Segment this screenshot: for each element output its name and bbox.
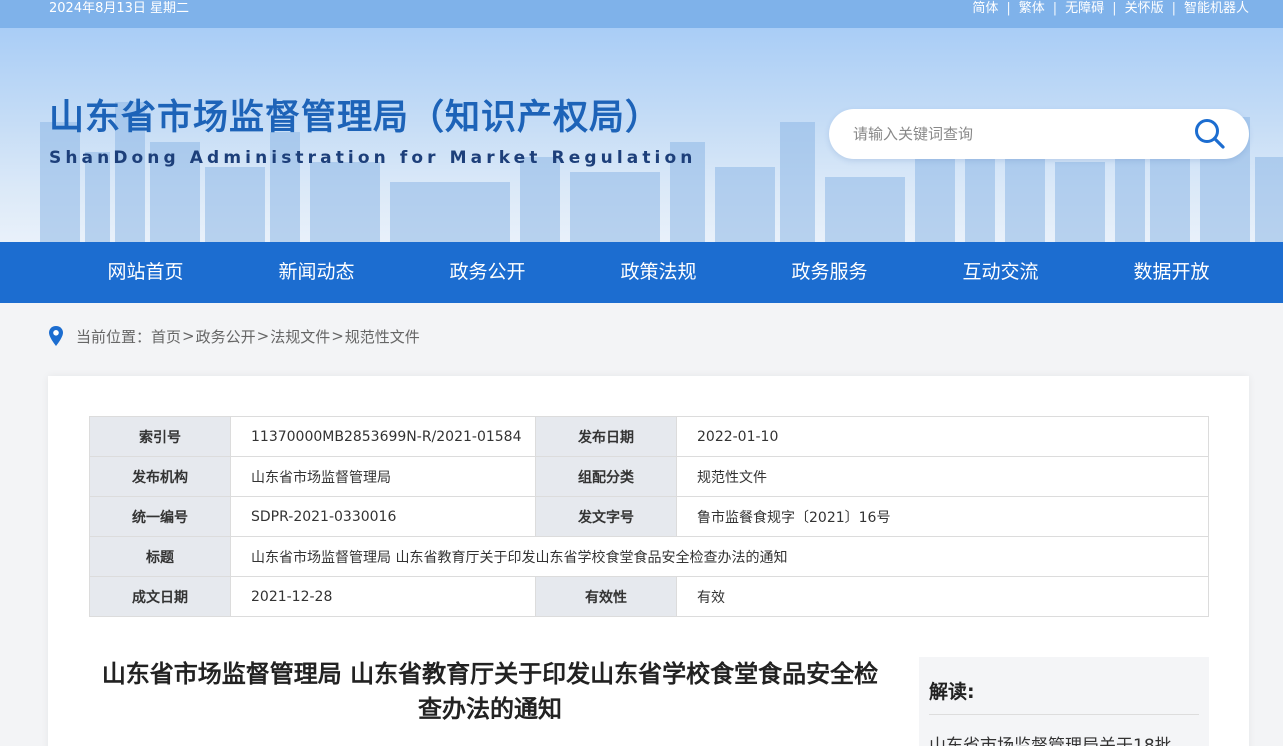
search-box [829,109,1249,159]
table-row: 成文日期 2021-12-28 有效性 有效 [89,576,1209,617]
link-accessibility[interactable]: 无障碍 [1065,1,1104,17]
top-links: 简体 | 繁体 | 无障碍 | 关怀版 | 智能机器人 [972,1,1249,17]
meta-value: 鲁市监餐食规字〔2021〕16号 [676,496,1209,537]
search-input[interactable] [853,121,1173,147]
sidebar-heading: 解读: [929,681,975,703]
meta-key: 发布日期 [535,416,677,457]
search-icon[interactable] [1193,117,1227,151]
divider [929,714,1199,715]
meta-value: 有效 [676,576,1209,617]
main-nav: 网站首页 新闻动态 政务公开 政策法规 政务服务 互动交流 数据开放 [0,242,1283,303]
breadcrumb-gov-affairs[interactable]: 政务公开 [196,326,256,347]
breadcrumb-regulations[interactable]: 法规文件 [270,326,330,347]
meta-value: 11370000MB2853699N-R/2021-01584 [230,416,536,457]
top-bar: 2024年8月13日 星期二 简体 | 繁体 | 无障碍 | 关怀版 | 智能机… [0,0,1283,28]
location-pin-icon [49,326,63,346]
breadcrumb: 当前位置： 首页 > 政务公开 > 法规文件 > 规范性文件 [48,324,420,348]
table-row: 统一编号 SDPR-2021-0330016 发文字号 鲁市监餐食规字〔2021… [89,496,1209,537]
meta-key: 有效性 [535,576,677,617]
meta-value: 山东省市场监督管理局 山东省教育厅关于印发山东省学校食堂食品安全检查办法的通知 [230,536,1209,577]
table-row: 标题 山东省市场监督管理局 山东省教育厅关于印发山东省学校食堂食品安全检查办法的… [89,536,1209,577]
meta-value: 2022-01-10 [676,416,1209,457]
link-simplified[interactable]: 简体 [972,1,998,17]
separator: | [1052,1,1058,16]
nav-home[interactable]: 网站首页 [60,242,231,303]
meta-key: 标题 [89,536,231,577]
sidebar-link[interactable]: 山东省市场监督管理局关于18批 [929,731,1199,746]
breadcrumb-home[interactable]: 首页 [151,326,181,347]
meta-key: 发布机构 [89,456,231,497]
meta-key: 统一编号 [89,496,231,537]
meta-value: 山东省市场监督管理局 [230,456,536,497]
nav-interaction[interactable]: 互动交流 [915,242,1086,303]
current-date: 2024年8月13日 星期二 [49,1,190,16]
breadcrumb-separator: > [182,327,195,345]
meta-value: 2021-12-28 [230,576,536,617]
nav-policy[interactable]: 政策法规 [573,242,744,303]
nav-gov-affairs[interactable]: 政务公开 [402,242,573,303]
link-care-version[interactable]: 关怀版 [1125,1,1164,17]
table-row: 发布机构 山东省市场监督管理局 组配分类 规范性文件 [89,456,1209,497]
meta-key: 发文字号 [535,496,677,537]
meta-value: SDPR-2021-0330016 [230,496,536,537]
separator: | [1171,1,1176,16]
site-title: 山东省市场监督管理局（知识产权局） [49,98,662,138]
document-title: 山东省市场监督管理局 山东省教育厅关于印发山东省学校食堂食品安全检查办法的通知 [101,660,879,723]
breadcrumb-separator: > [256,327,270,345]
interpretation-sidebar: 解读: 山东省市场监督管理局关于18批 [919,657,1209,746]
separator: | [1006,1,1011,16]
meta-key: 组配分类 [535,456,677,497]
nav-services[interactable]: 政务服务 [744,242,915,303]
breadcrumb-normative-docs[interactable]: 规范性文件 [345,326,420,347]
nav-open-data[interactable]: 数据开放 [1086,242,1257,303]
document-meta-table: 索引号 11370000MB2853699N-R/2021-01584 发布日期… [89,416,1209,617]
meta-key: 成文日期 [89,576,231,617]
link-traditional[interactable]: 繁体 [1019,1,1045,17]
separator: | [1112,1,1117,16]
breadcrumb-separator: > [331,327,344,345]
meta-key: 索引号 [89,416,231,457]
breadcrumb-prefix: 当前位置： [76,327,152,346]
header-banner: 山东省市场监督管理局（知识产权局） ShanDong Administratio… [0,28,1283,242]
meta-value: 规范性文件 [676,456,1209,497]
site-title-english: ShanDong Administration for Market Regul… [49,148,697,168]
table-row: 索引号 11370000MB2853699N-R/2021-01584 发布日期… [89,416,1209,457]
link-smart-robot[interactable]: 智能机器人 [1184,1,1249,17]
nav-news[interactable]: 新闻动态 [231,242,402,303]
